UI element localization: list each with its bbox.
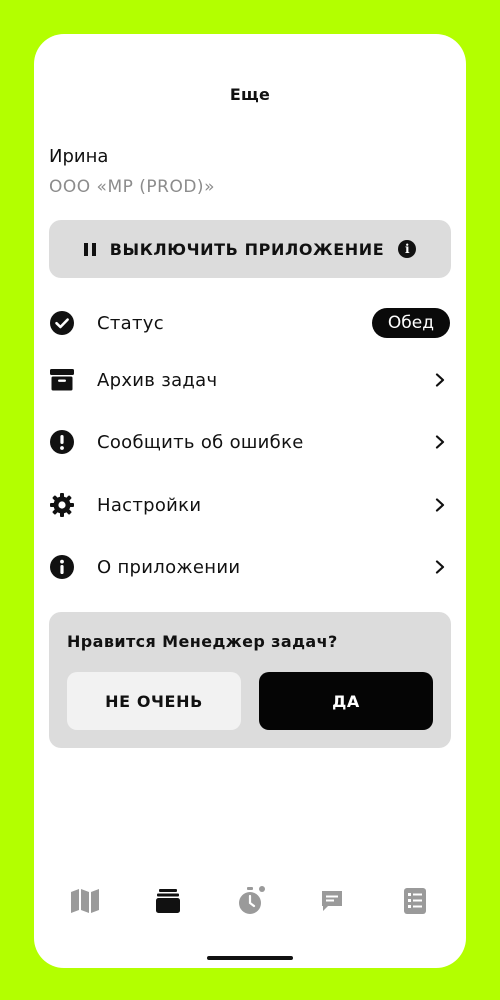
chevron-right-icon bbox=[435, 373, 445, 387]
disable-app-button[interactable]: ВЫКЛЮЧИТЬ ПРИЛОЖЕНИЕ i bbox=[49, 220, 451, 278]
notification-dot bbox=[258, 886, 265, 892]
page-title: Еще bbox=[229, 85, 271, 104]
menu-item-about[interactable]: О приложении bbox=[49, 542, 451, 592]
tab-timer[interactable] bbox=[230, 881, 270, 921]
check-circle-icon bbox=[49, 310, 75, 336]
tab-chat[interactable] bbox=[312, 881, 352, 921]
app-screen: Еще Ирина ООО «MP (PROD)» ВЫКЛЮЧИТЬ ПРИЛ… bbox=[34, 34, 466, 968]
menu-item-label: Архив задач bbox=[97, 369, 218, 391]
disable-app-label: ВЫКЛЮЧИТЬ ПРИЛОЖЕНИЕ bbox=[109, 239, 385, 259]
yes-button[interactable]: ДА bbox=[259, 672, 433, 730]
list-icon bbox=[403, 888, 426, 914]
home-indicator bbox=[207, 956, 293, 960]
rating-question: Нравится Менеджер задач? bbox=[67, 632, 338, 651]
info-icon[interactable]: i bbox=[398, 240, 417, 258]
tab-tasks[interactable] bbox=[148, 881, 188, 921]
tab-map[interactable] bbox=[65, 881, 105, 921]
chat-icon bbox=[322, 891, 343, 911]
not-really-button[interactable]: НЕ ОЧЕНЬ bbox=[67, 672, 241, 730]
tab-bar bbox=[34, 866, 466, 936]
info-icon bbox=[49, 554, 75, 580]
company-name: ООО «MP (PROD)» bbox=[49, 177, 215, 197]
menu-item-label: О приложении bbox=[97, 556, 241, 578]
tab-list[interactable] bbox=[395, 881, 435, 921]
menu-item-status[interactable]: Статус Обед bbox=[49, 298, 451, 348]
gear-icon bbox=[49, 492, 75, 518]
exclamation-circle-icon bbox=[49, 429, 75, 455]
menu-item-label: Статус bbox=[97, 312, 164, 334]
menu-item-label: Настройки bbox=[97, 494, 202, 516]
chevron-right-icon bbox=[435, 435, 445, 449]
status-badge[interactable]: Обед bbox=[371, 308, 450, 338]
stack-icon bbox=[155, 889, 180, 913]
menu-item-label: Сообщить об ошибке bbox=[97, 431, 304, 453]
chevron-right-icon bbox=[435, 560, 445, 574]
rating-card: Нравится Менеджер задач? НЕ ОЧЕНЬ ДА bbox=[49, 612, 451, 748]
archive-box-icon bbox=[49, 367, 75, 393]
user-name: Ирина bbox=[49, 146, 109, 167]
menu-item-report-bug[interactable]: Сообщить об ошибке bbox=[49, 417, 451, 467]
pause-icon bbox=[83, 242, 96, 256]
chevron-right-icon bbox=[435, 498, 445, 512]
menu-item-archive[interactable]: Архив задач bbox=[49, 355, 451, 405]
map-icon bbox=[71, 889, 100, 913]
menu-item-settings[interactable]: Настройки bbox=[49, 480, 451, 530]
